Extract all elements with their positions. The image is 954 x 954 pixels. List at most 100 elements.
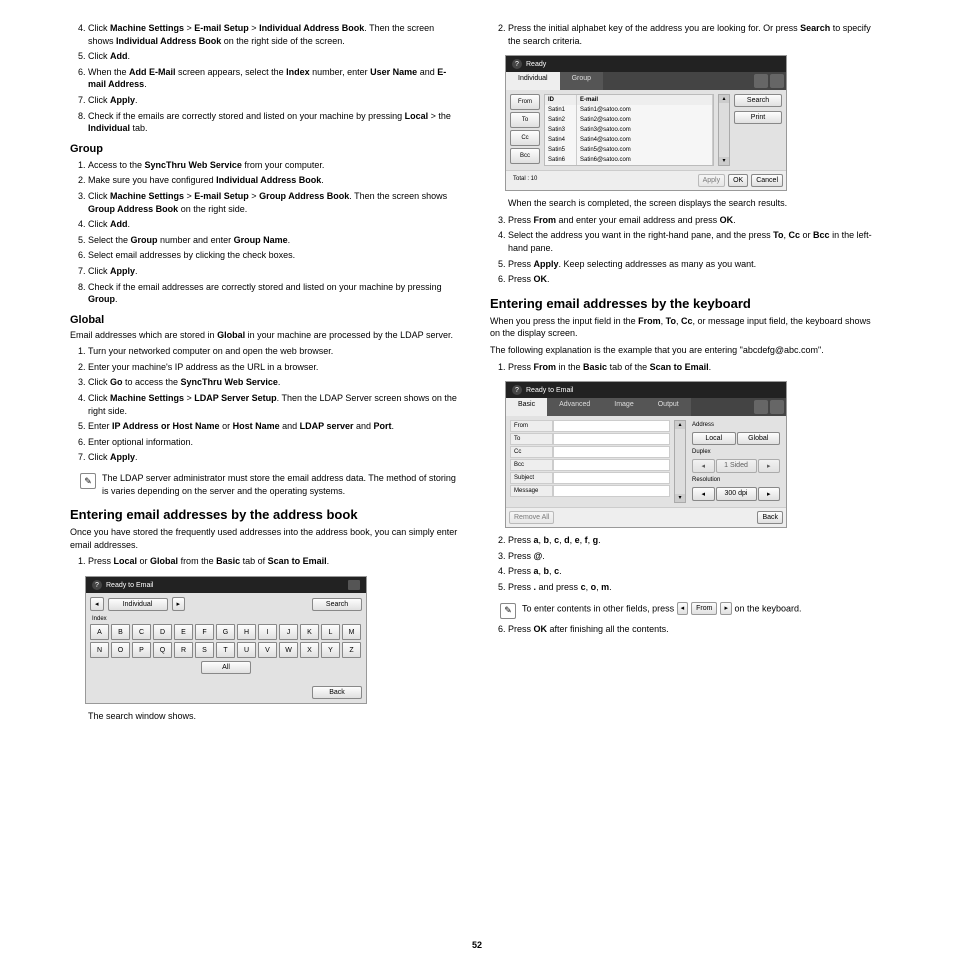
key-t[interactable]: T bbox=[216, 642, 235, 658]
key-f[interactable]: F bbox=[195, 624, 214, 640]
key-o[interactable]: O bbox=[111, 642, 130, 658]
local-button[interactable]: Local bbox=[692, 432, 736, 445]
page-number: 52 bbox=[70, 936, 884, 954]
key-u[interactable]: U bbox=[237, 642, 256, 658]
total-label: Total : 10 bbox=[509, 174, 695, 187]
cc-button[interactable]: Cc bbox=[510, 130, 540, 146]
key-v[interactable]: V bbox=[258, 642, 277, 658]
heading-address-book: Entering email addresses by the address … bbox=[70, 507, 460, 522]
key-e[interactable]: E bbox=[174, 624, 193, 640]
subject-field[interactable]: Subject bbox=[510, 472, 553, 484]
arrow-right-button[interactable]: ▸ bbox=[172, 597, 186, 611]
resolution-label: Resolution bbox=[692, 477, 780, 483]
from-nav-button[interactable]: From bbox=[691, 602, 717, 616]
from-field[interactable]: From bbox=[510, 420, 553, 432]
arrow-left-button[interactable]: ◂ bbox=[90, 597, 104, 611]
cancel-button[interactable]: Cancel bbox=[751, 174, 783, 187]
gl3: Click Go to access the SyncThru Web Serv… bbox=[88, 376, 460, 389]
r-s2: Press the initial alphabet key of the ad… bbox=[508, 22, 880, 47]
g3: Click Machine Settings > E-mail Setup > … bbox=[88, 190, 460, 215]
help-icon[interactable]: ? bbox=[512, 385, 522, 395]
from-button[interactable]: From bbox=[510, 94, 540, 110]
tab-advanced[interactable]: Advanced bbox=[547, 398, 602, 416]
key-s[interactable]: S bbox=[195, 642, 214, 658]
kb3: Press @. bbox=[508, 550, 880, 563]
key-h[interactable]: H bbox=[237, 624, 256, 640]
table-row[interactable]: Satin6Satin6@satoo.com bbox=[545, 155, 713, 165]
table-row[interactable]: Satin2Satin2@satoo.com bbox=[545, 115, 713, 125]
remove-all-button[interactable]: Remove All bbox=[509, 511, 554, 524]
search-button[interactable]: Search bbox=[312, 598, 362, 611]
tab-basic[interactable]: Basic bbox=[506, 398, 547, 416]
key-w[interactable]: W bbox=[279, 642, 298, 658]
global-button[interactable]: Global bbox=[737, 432, 781, 445]
gl5: Enter IP Address or Host Name or Host Na… bbox=[88, 420, 460, 433]
heading-keyboard: Entering email addresses by the keyboard bbox=[490, 296, 880, 311]
r-s6: Press OK. bbox=[508, 273, 880, 286]
table-row[interactable]: Satin5Satin5@satoo.com bbox=[545, 145, 713, 155]
g1: Access to the SyncThru Web Service from … bbox=[88, 159, 460, 172]
panel-address-list: ? Ready Individual Group From To Cc Bcc … bbox=[505, 55, 787, 191]
key-x[interactable]: X bbox=[300, 642, 319, 658]
back-button[interactable]: Back bbox=[312, 686, 362, 699]
g8: Check if the email addresses are correct… bbox=[88, 281, 460, 306]
cc-field[interactable]: Cc bbox=[510, 446, 553, 458]
key-d[interactable]: D bbox=[153, 624, 172, 640]
g4: Click Add. bbox=[88, 218, 460, 231]
key-a[interactable]: A bbox=[90, 624, 109, 640]
tab-image[interactable]: Image bbox=[602, 398, 645, 416]
home-icon[interactable] bbox=[348, 580, 360, 590]
key-q[interactable]: Q bbox=[153, 642, 172, 658]
key-j[interactable]: J bbox=[279, 624, 298, 640]
key-k[interactable]: K bbox=[300, 624, 319, 640]
g6: Select email addresses by clicking the c… bbox=[88, 249, 460, 262]
apply-button[interactable]: Apply bbox=[698, 174, 726, 187]
li-7: Click Apply. bbox=[88, 94, 460, 107]
help-icon[interactable]: ? bbox=[512, 59, 522, 69]
arrow-right-button[interactable]: ▸ bbox=[720, 602, 732, 616]
toolbar-icon[interactable] bbox=[770, 400, 784, 414]
print-button[interactable]: Print bbox=[734, 111, 782, 124]
toolbar-icon[interactable] bbox=[770, 74, 784, 88]
kb2: Press a, b, c, d, e, f, g. bbox=[508, 534, 880, 547]
key-l[interactable]: L bbox=[321, 624, 340, 640]
key-r[interactable]: R bbox=[174, 642, 193, 658]
back-button[interactable]: Back bbox=[757, 511, 783, 524]
ok-button[interactable]: OK bbox=[728, 174, 748, 187]
bcc-button[interactable]: Bcc bbox=[510, 148, 540, 164]
key-m[interactable]: M bbox=[342, 624, 361, 640]
key-row-2: NOPQRSTUVWXYZ bbox=[90, 642, 362, 658]
key-b[interactable]: B bbox=[111, 624, 130, 640]
scrollbar[interactable]: ▴▾ bbox=[718, 94, 730, 166]
toolbar-icon[interactable] bbox=[754, 74, 768, 88]
key-g[interactable]: G bbox=[216, 624, 235, 640]
table-row[interactable]: Satin1Satin1@satoo.com bbox=[545, 105, 713, 115]
table-row[interactable]: Satin4Satin4@satoo.com bbox=[545, 135, 713, 145]
to-field[interactable]: To bbox=[510, 433, 553, 445]
key-p[interactable]: P bbox=[132, 642, 151, 658]
individual-button[interactable]: Individual bbox=[108, 598, 168, 611]
search-button[interactable]: Search bbox=[734, 94, 782, 107]
table-row[interactable]: Satin3Satin3@satoo.com bbox=[545, 125, 713, 135]
key-n[interactable]: N bbox=[90, 642, 109, 658]
scrollbar[interactable]: ▴▾ bbox=[674, 420, 686, 503]
key-i[interactable]: I bbox=[258, 624, 277, 640]
key-z[interactable]: Z bbox=[342, 642, 361, 658]
to-button[interactable]: To bbox=[510, 112, 540, 128]
bcc-field[interactable]: Bcc bbox=[510, 459, 553, 471]
tab-output[interactable]: Output bbox=[646, 398, 691, 416]
help-icon[interactable]: ? bbox=[92, 580, 102, 590]
message-field[interactable]: Message bbox=[510, 485, 553, 497]
search-window-shows: The search window shows. bbox=[88, 710, 460, 723]
panel-title: Ready to Email bbox=[526, 387, 573, 394]
all-button[interactable]: All bbox=[201, 661, 251, 674]
key-y[interactable]: Y bbox=[321, 642, 340, 658]
contact-grid[interactable]: IDE-mail Satin1Satin1@satoo.comSatin2Sat… bbox=[544, 94, 714, 166]
tab-individual[interactable]: Individual bbox=[506, 72, 560, 90]
toolbar-icon[interactable] bbox=[754, 400, 768, 414]
arrow-left-button[interactable]: ◂ bbox=[677, 602, 689, 616]
key-c[interactable]: C bbox=[132, 624, 151, 640]
tab-group[interactable]: Group bbox=[560, 72, 603, 90]
panel-ready-email: ? Ready to Email Basic Advanced Image Ou… bbox=[505, 381, 787, 528]
kb5: Press . and press c, o, m. bbox=[508, 581, 880, 594]
